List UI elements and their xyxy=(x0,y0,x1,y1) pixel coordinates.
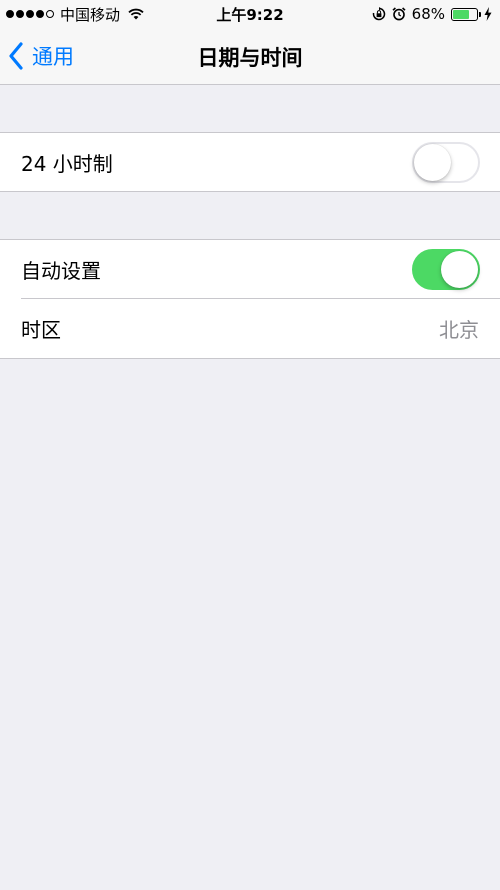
row-auto-set-label: 自动设置 xyxy=(21,259,101,283)
row-time-zone[interactable]: 时区 北京 xyxy=(0,299,500,358)
charging-icon xyxy=(484,7,492,21)
status-bar: 中国移动 上午9:22 68% xyxy=(0,0,500,28)
rotation-lock-icon xyxy=(372,7,385,21)
navigation-bar: 通用 日期与时间 xyxy=(0,28,500,85)
row-time-zone-label: 时区 xyxy=(21,318,61,342)
auto-set-toggle[interactable] xyxy=(412,249,480,290)
settings-group-auto: 自动设置 时区 北京 xyxy=(0,239,500,359)
alarm-icon xyxy=(392,7,406,21)
battery-percent: 68% xyxy=(411,5,445,23)
toggle-knob xyxy=(441,251,478,288)
24-hour-toggle[interactable] xyxy=(412,142,480,183)
battery-level-fill xyxy=(453,9,469,19)
status-right: 68% xyxy=(372,4,492,24)
page-title: 日期与时间 xyxy=(197,46,303,70)
time-zone-value: 北京 xyxy=(439,318,479,342)
row-24-hour-label: 24 小时制 xyxy=(21,152,113,176)
row-auto-set: 自动设置 xyxy=(0,240,500,299)
battery-icon xyxy=(451,7,481,21)
toggle-knob xyxy=(414,144,451,181)
row-24-hour: 24 小时制 xyxy=(0,133,500,192)
settings-group-time-format: 24 小时制 xyxy=(0,132,500,192)
